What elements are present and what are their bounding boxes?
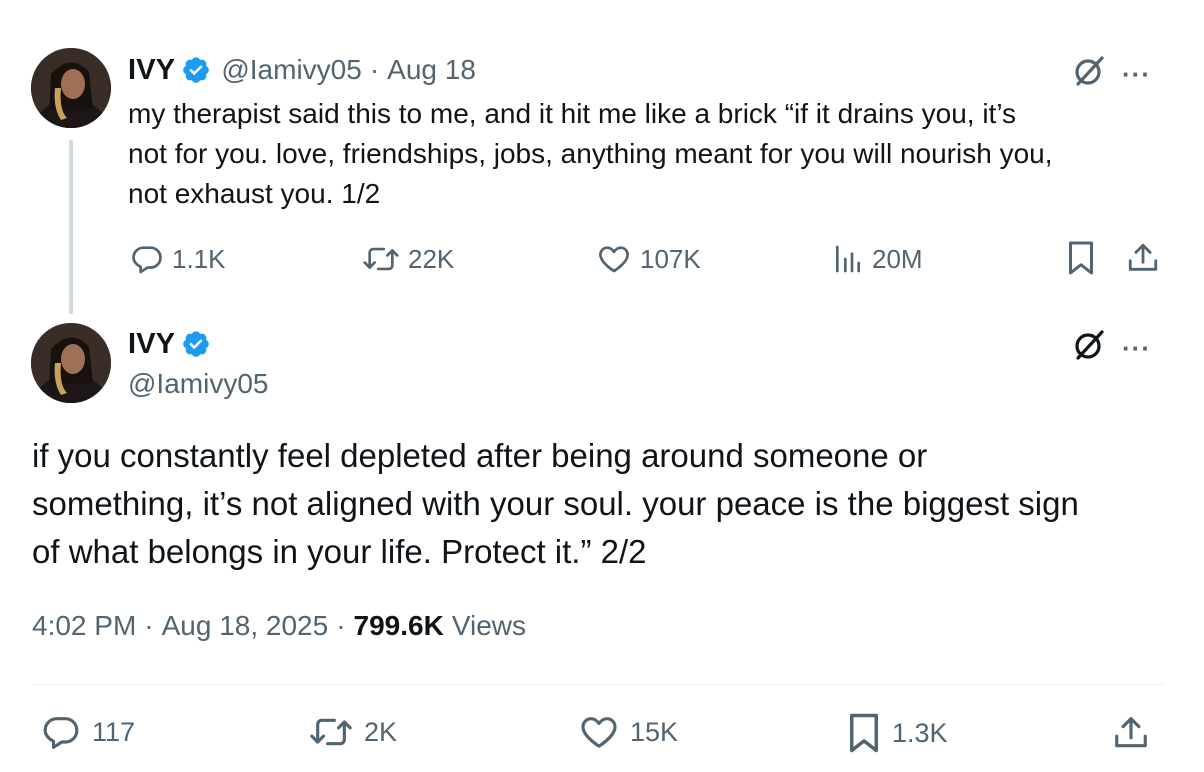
more-icon[interactable]: ··· [1122,61,1151,87]
verified-badge-icon [181,329,211,359]
display-name[interactable]: IVY [128,54,175,87]
tweet2-text: if you constantly feel depleted after be… [32,432,1079,576]
tweet-text-line: not for you. love, friendships, jobs, an… [128,138,1053,169]
tweet-date[interactable]: Aug 18 [387,54,476,86]
like-button[interactable]: 15K [578,712,678,752]
like-icon [599,246,629,273]
display-name[interactable]: IVY [128,328,175,361]
bookmark-button[interactable] [1066,240,1104,276]
like-button[interactable]: 107K [596,242,701,276]
tweet-text-line: something, it’s not aligned with your so… [32,485,1079,522]
bookmark-icon [1069,241,1093,275]
reply-count: 117 [92,716,136,747]
reply-count: 1.1K [172,243,226,274]
like-icon [581,717,617,748]
views-count: 20M [872,243,923,274]
repost-icon [363,247,399,271]
divider [32,684,1164,685]
repost-button[interactable]: 22K [362,242,454,276]
grok-icon[interactable] [1072,54,1106,93]
handle[interactable]: @Iamivy05 [221,54,361,86]
tweet2-handle-row: @Iamivy05 [128,366,268,402]
views-total: 799.6K [353,610,444,641]
share-button[interactable] [1126,240,1168,276]
avatar[interactable] [31,48,111,128]
separator-dot: · [336,610,346,641]
share-icon [1128,243,1158,271]
reply-button[interactable]: 1.1K [130,242,226,276]
share-button[interactable] [1112,712,1160,754]
views-label: Views [451,610,527,641]
tweet1-text: my therapist said this to me, and it hit… [128,94,1053,214]
tweet-timestamp: 4:02 PM · Aug 18, 2025 · 799.6K Views [32,610,526,642]
avatar-photo [31,323,111,403]
share-icon [1115,717,1147,748]
tweet1-header: IVY @Iamivy05 · Aug 18 [128,52,476,88]
grok-icon[interactable] [1072,328,1106,367]
repost-button[interactable]: 2K [308,712,397,752]
tweet-text-line: of what belongs in your life. Protect it… [32,533,647,570]
repost-count: 22K [408,243,455,274]
bookmark-count: 1.3K [892,717,948,748]
views-icon [836,245,860,273]
repost-icon [310,718,352,746]
verified-badge-icon [181,55,211,85]
tweet2-top-actions: ··· [1072,328,1151,367]
like-count: 107K [640,243,701,274]
bookmark-button[interactable]: 1.3K [846,712,948,754]
tweet-text-line: if you constantly feel depleted after be… [32,437,928,474]
reply-icon [43,717,79,749]
handle[interactable]: @Iamivy05 [128,368,268,400]
tweet1-top-actions: ··· [1072,54,1151,93]
more-icon[interactable]: ··· [1122,335,1151,361]
bookmark-icon [850,713,878,753]
avatar-photo [31,48,111,128]
separator-dot: · [369,54,380,85]
repost-count: 2K [364,716,398,747]
tweet-time[interactable]: 4:02 PM [32,610,136,642]
thread-connector [69,140,73,314]
reply-icon [132,246,162,274]
tweet-text-line: my therapist said this to me, and it hit… [128,98,1017,129]
views-button[interactable]: 20M [832,242,923,276]
like-count: 15K [630,716,679,747]
avatar[interactable] [31,323,111,403]
tweet2-header: IVY [128,326,211,362]
separator-dot: · [144,610,154,641]
tweet-text-line: not exhaust you. 1/2 [128,178,381,209]
reply-button[interactable]: 117 [40,712,135,752]
tweet-full-date[interactable]: Aug 18, 2025 [162,610,329,642]
